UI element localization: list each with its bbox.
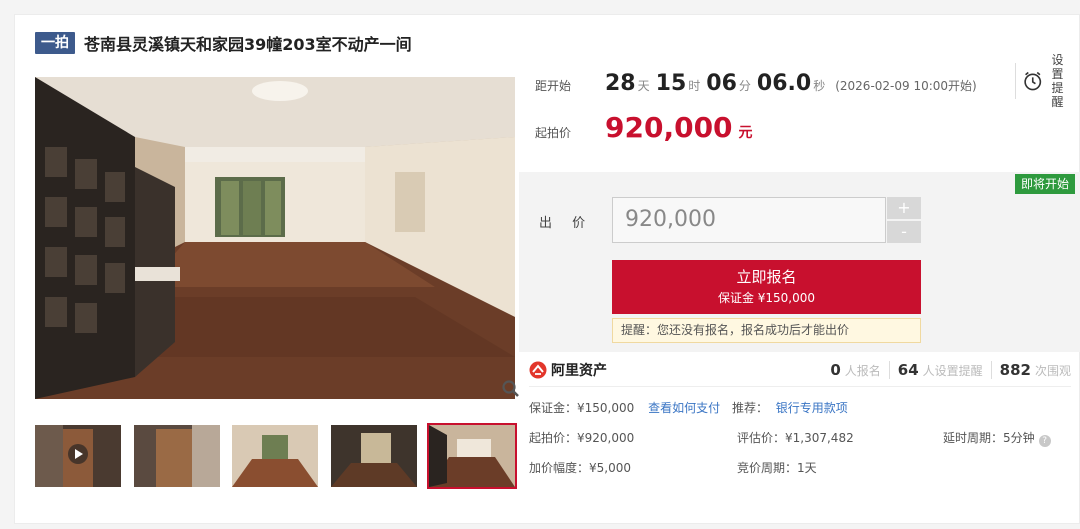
set-reminder-button[interactable]: 设置 提醒 xyxy=(1015,53,1073,109)
ali-asset-logo: 阿里资产 xyxy=(529,360,607,380)
bid-increment: 加价幅度：¥5,000 xyxy=(529,461,631,475)
status-badge: 即将开始 xyxy=(1014,174,1075,194)
start-price-label: 起拍价 xyxy=(535,126,572,140)
countdown-hours-unit: 时 xyxy=(688,79,701,93)
countdown-row: 距开始 28 天 15 时 06 分 06.0 秒 (2026-02-09 10… xyxy=(535,71,977,111)
main-photo[interactable] xyxy=(35,77,515,399)
divider xyxy=(888,360,890,379)
divider xyxy=(990,360,992,379)
auction-card: 一拍 苍南县灵溪镇天和家园39幢203室不动产一间 距开始 28 天 15 时 … xyxy=(14,14,1080,524)
how-to-pay-link[interactable]: 查看如何支付 xyxy=(648,401,720,415)
ali-asset-icon xyxy=(529,361,547,378)
recommend-label: 推荐： xyxy=(731,401,768,415)
start-price-detail: 起拍价：¥920,000 xyxy=(529,431,635,445)
room-photo-image xyxy=(35,77,515,399)
register-now-button[interactable]: 立即报名 保证金 ¥150,000 xyxy=(612,260,921,314)
reminder-line2: 提醒 xyxy=(1051,81,1064,109)
deposit-text: 保证金：¥150,000 xyxy=(529,401,635,415)
round-badge: 一拍 xyxy=(35,32,75,54)
page-title: 苍南县灵溪镇天和家园39幢203室不动产一间 xyxy=(84,35,412,54)
thumbnail-living-room-selected[interactable] xyxy=(427,423,517,489)
countdown-days-unit: 天 xyxy=(637,79,650,93)
signup-count-label: 人报名 xyxy=(844,363,881,378)
brand-name: 阿里资产 xyxy=(551,362,607,379)
countdown-seconds-unit: 秒 xyxy=(813,79,826,93)
start-time: (2026-02-09 10:00开始) xyxy=(835,79,977,93)
register-button-label: 立即报名 xyxy=(736,268,797,286)
delay-period: 延时周期：5分钟 xyxy=(943,431,1035,445)
increase-bid-button[interactable]: + xyxy=(887,197,921,219)
help-icon[interactable]: ? xyxy=(1038,435,1051,447)
stats-row: 阿里资产 0 人报名 64 人设置提醒 882 次围观 xyxy=(529,353,1071,387)
appraisal-price: 评估价：¥1,307,482 xyxy=(737,431,854,445)
bank-account-link[interactable]: 银行专用款项 xyxy=(776,401,848,415)
thumbnail-door[interactable] xyxy=(133,425,220,487)
start-price-value: 920,000 xyxy=(605,111,733,144)
reminder-count: 64 xyxy=(897,360,919,379)
thumbnail-video[interactable] xyxy=(35,425,121,487)
view-count: 882 xyxy=(999,360,1031,379)
bid-amount-input[interactable]: 920,000 xyxy=(612,197,886,243)
bid-label: 出 价 xyxy=(539,216,594,231)
signup-count: 0 xyxy=(830,360,841,379)
start-price-row: 起拍价 920,000 元 xyxy=(535,111,753,151)
decrease-bid-button[interactable]: - xyxy=(887,221,921,243)
reminder-count-label: 人设置提醒 xyxy=(922,363,983,378)
countdown-minutes: 06 xyxy=(706,71,737,96)
countdown-seconds: 06.0 xyxy=(756,71,812,96)
thumbnail-room[interactable] xyxy=(232,425,318,487)
register-tip: 提醒：您还没有报名，报名成功后才能出价 xyxy=(612,318,921,343)
alarm-clock-icon xyxy=(1024,71,1042,91)
bid-panel: 即将开始 出 价 920,000 + - 立即报名 保证金 ¥150,000 提… xyxy=(519,172,1080,352)
bidding-cycle: 竞价周期：1天 xyxy=(737,461,817,475)
deposit-sublabel: 保证金 ¥150,000 xyxy=(717,291,816,305)
start-price-unit: 元 xyxy=(738,125,753,141)
reminder-line1: 设置 xyxy=(1051,53,1064,81)
title-row: 一拍 苍南县灵溪镇天和家园39幢203室不动产一间 xyxy=(35,31,412,55)
thumbnail-strip xyxy=(35,423,517,489)
zoom-icon[interactable] xyxy=(501,379,521,399)
auction-stats: 0 人报名 64 人设置提醒 882 次围观 xyxy=(830,360,1071,379)
thumbnail-hall[interactable] xyxy=(330,425,417,487)
deposit-row: 保证金：¥150,000 查看如何支付 推荐： 银行专用款项 xyxy=(529,399,848,417)
countdown-minutes-unit: 分 xyxy=(738,79,751,93)
delay-period-row: 延时周期：5分钟? xyxy=(943,429,1051,447)
countdown-label: 距开始 xyxy=(535,79,572,93)
countdown-days: 28 xyxy=(605,71,636,96)
view-count-label: 次围观 xyxy=(1034,363,1071,378)
countdown-hours: 15 xyxy=(655,71,687,96)
